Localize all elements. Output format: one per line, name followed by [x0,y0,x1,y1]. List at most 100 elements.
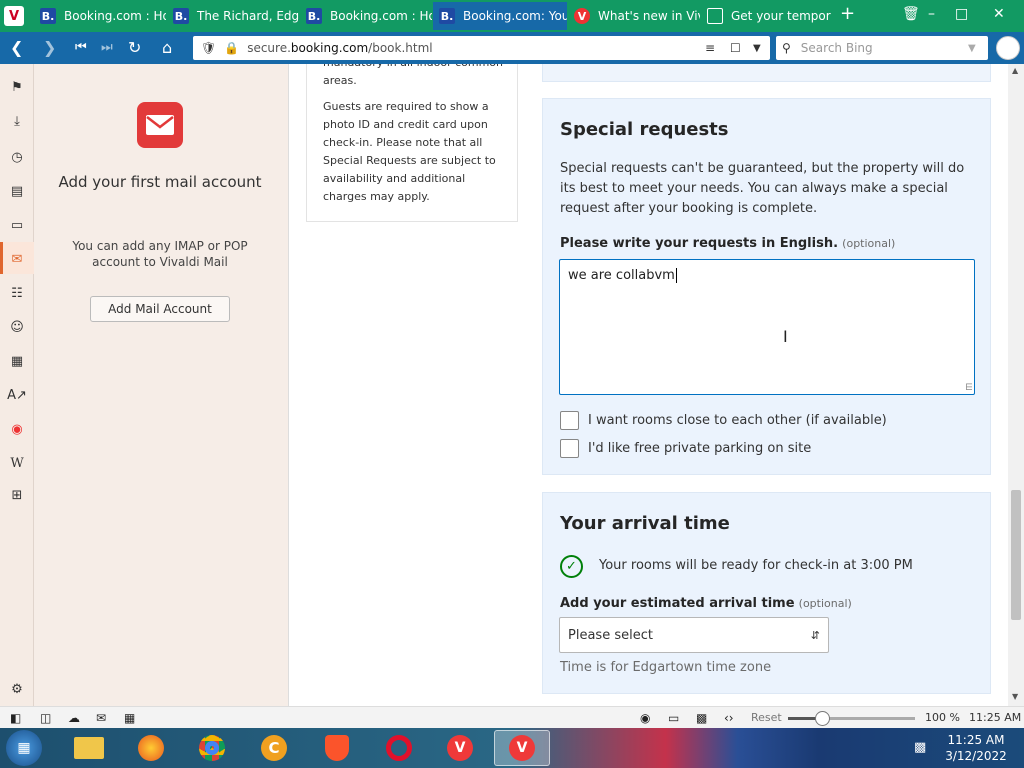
close-icon[interactable]: ✕ [993,6,1005,22]
arrival-heading: Your arrival time [560,513,730,534]
vivaldi-menu-icon[interactable]: V [4,6,24,26]
tab-2[interactable]: B. The Richard, Edga [167,2,299,30]
arrival-time-section: Your arrival time ✓ Your rooms will be r… [542,492,991,694]
add-panel-icon[interactable]: ⊞ [8,486,26,504]
url-field[interactable]: 🛡 🔒 secure. booking.com/book.html ≡ ☐ ▼ [193,36,770,60]
special-requests-textarea[interactable]: we are collabvm ⋿ [559,259,975,395]
mail-panel: Add your first mail account You can add … [34,64,289,706]
wikipedia-panel-icon[interactable]: W [8,454,26,472]
file-explorer-icon[interactable] [70,732,108,764]
bookmarks-panel-icon[interactable]: ⚑ [8,78,26,96]
trash-icon[interactable]: 🗑 [902,6,920,22]
add-mail-account-button[interactable]: Add Mail Account [90,296,230,322]
forward-icon[interactable]: ❯ [43,38,56,57]
dropdown-arrow-icon[interactable]: ▼ [753,43,761,54]
text-cursor-icon: I [783,327,788,346]
zoom-slider[interactable] [788,711,915,726]
contacts-panel-icon[interactable]: ☺ [8,318,26,336]
new-tab-icon[interactable]: + [840,3,855,24]
opera-icon[interactable] [380,732,418,764]
booking-favicon-icon: B. [173,8,189,24]
scroll-down-icon[interactable]: ▼ [1012,692,1018,701]
vivaldi-panel-icon[interactable]: ◉ [8,420,26,438]
ccleaner-icon[interactable]: C [255,732,293,764]
text-caret [675,268,677,283]
history-panel-icon[interactable]: ◷ [8,148,26,166]
special-requests-heading: Special requests [560,119,729,140]
mail-status-icon[interactable]: ✉ [96,711,106,725]
policy-paragraph: Guests are required to show a photo ID a… [323,100,496,203]
translate-panel-icon[interactable]: A↗ [7,386,27,404]
fast-forward-icon[interactable]: ⏭ [101,40,113,55]
back-icon[interactable]: ❮ [10,38,23,57]
page-actions-icon[interactable]: ‹› [724,711,734,725]
notes-panel-icon[interactable]: ▤ [8,182,26,200]
tab-bar: V B. Booking.com : Hot B. The Richard, E… [0,0,1024,32]
rooms-close-checkbox[interactable] [560,411,579,430]
reader-view-icon[interactable]: ≡ [705,41,715,55]
downloads-panel-icon[interactable]: ⤓ [8,112,26,130]
tab-label: Get your temporar [731,9,831,23]
mail-panel-icon[interactable]: ✉ [8,250,26,268]
image-toggle-icon[interactable]: ▩ [696,711,707,725]
search-dropdown-icon[interactable]: ▼ [968,43,976,54]
settings-gear-icon[interactable]: ⚙ [8,680,26,698]
vivaldi-taskbar-icon[interactable]: V [441,732,479,764]
profile-avatar-icon[interactable] [996,36,1020,60]
side-panel-bar: ⚑ ⤓ ◷ ▤ ▭ ✉ ☷ ☺ ▦ A↗ ◉ W ⊞ ⚙ [0,64,34,706]
rooms-close-label[interactable]: I want rooms close to each other (if ava… [588,413,887,428]
taskbar-clock[interactable]: 11:25 AM 3/12/2022 [934,732,1018,764]
vivaldi-taskbar-active-icon[interactable]: V [494,730,550,766]
tab-4-active[interactable]: B. Booking.com: You [433,2,567,30]
start-button-icon[interactable]: ▦ [6,730,42,766]
taskbar-date: 3/12/2022 [945,749,1007,763]
search-field[interactable]: ⚲ Search Bing ▼ [776,36,988,60]
requests-field-label: Please write your requests in English. (… [560,236,895,251]
tab-3[interactable]: B. Booking.com : Hot [300,2,432,30]
zoom-slider-knob[interactable] [815,711,830,726]
home-icon[interactable]: ⌂ [162,38,172,57]
booking-favicon-icon: B. [306,8,322,24]
chrome-icon[interactable] [193,732,231,764]
network-tray-icon[interactable]: ▩ [914,740,926,755]
scrollbar-thumb[interactable] [1011,490,1021,620]
brave-icon[interactable] [318,732,356,764]
tab-6[interactable]: Get your temporar [701,2,831,30]
zoom-level: 100 % [925,711,960,724]
rooms-ready-text: Your rooms will be ready for check-in at… [599,558,913,573]
tab-label: What's new in Viva [598,9,700,23]
parking-checkbox[interactable] [560,439,579,458]
page-tiling-icon[interactable]: ▭ [668,711,679,725]
calendar-panel-icon[interactable]: ▦ [8,352,26,370]
mail-panel-description: You can add any IMAP or POP account to V… [72,239,248,269]
calendar-status-icon[interactable]: ▦ [124,711,135,725]
zoom-reset-button[interactable]: Reset [751,711,782,724]
special-requests-section: Special requests Special requests can't … [542,98,991,475]
parking-label[interactable]: I'd like free private parking on site [588,441,811,456]
requests-field-label-text: Please write your requests in English. [560,236,839,251]
resize-handle-icon[interactable]: ⋿ [965,383,973,393]
bookmark-icon[interactable]: ☐ [730,41,741,55]
scroll-up-icon[interactable]: ▲ [1012,66,1018,75]
booking-favicon-icon: B. [439,8,455,24]
tab-1[interactable]: B. Booking.com : Hot [34,2,166,30]
minimize-icon[interactable]: – [928,6,935,22]
taskbar-time: 11:25 AM [947,733,1005,747]
window-panel-icon[interactable]: ▭ [8,216,26,234]
policy-clipped-text: mandatory in all indoor common [323,64,508,72]
camera-icon[interactable]: ◉ [640,711,650,725]
mail-envelope-icon [137,102,183,148]
tab-5[interactable]: V What's new in Viva [568,2,700,30]
rewind-icon[interactable]: ⏮ [75,40,87,55]
windows-logo-icon: ▦ [17,740,31,756]
firefox-icon[interactable] [132,732,170,764]
cloud-sync-icon[interactable]: ☁ [68,711,80,725]
maximize-icon[interactable]: □ [955,6,968,22]
page-scrollbar[interactable]: ▲ ▼ [1008,64,1024,706]
feeds-panel-icon[interactable]: ☷ [8,284,26,302]
arrival-time-select[interactable]: Please select ⇵ [559,617,829,653]
reload-icon[interactable]: ↻ [128,38,141,57]
url-prefix: secure. [247,41,291,55]
panel-toggle-icon[interactable]: ◧ [10,711,21,725]
tiling-icon[interactable]: ◫ [40,711,51,725]
